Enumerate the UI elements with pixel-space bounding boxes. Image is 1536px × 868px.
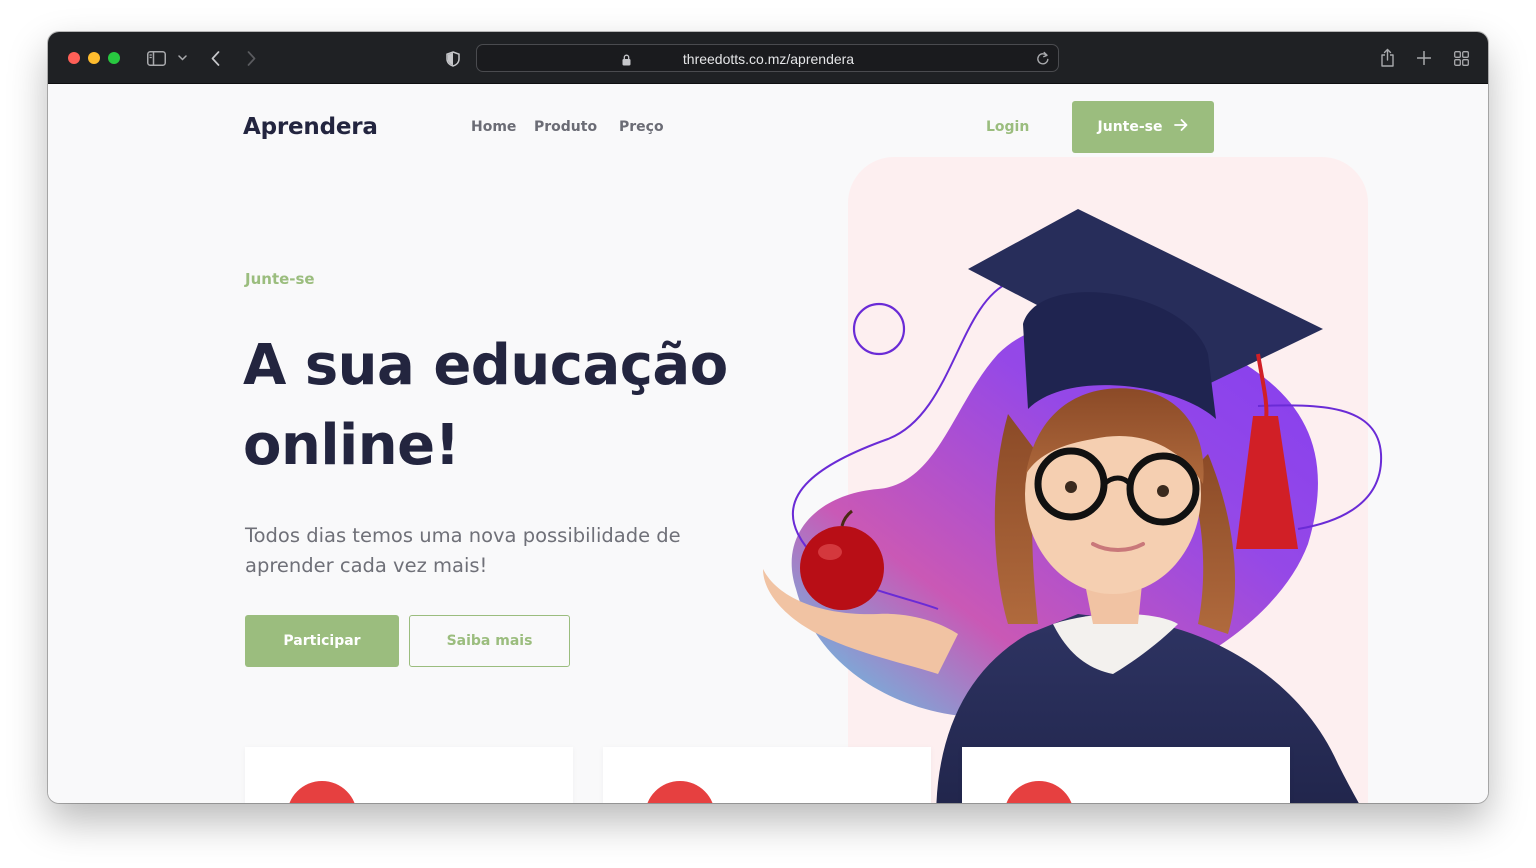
feature-card-icon xyxy=(287,781,357,803)
nav-home[interactable]: Home xyxy=(471,119,516,135)
feature-card-icon xyxy=(645,781,715,803)
lock-icon xyxy=(622,53,631,71)
back-icon[interactable] xyxy=(208,48,222,68)
login-link[interactable]: Login xyxy=(986,119,1029,135)
reload-icon[interactable] xyxy=(1036,51,1050,71)
address-bar[interactable]: threedotts.co.mz/aprendera xyxy=(476,44,1059,72)
sidebar-icon[interactable] xyxy=(146,49,166,67)
share-icon[interactable] xyxy=(1378,46,1396,68)
feature-card xyxy=(962,747,1290,803)
join-button[interactable]: Junte-se xyxy=(1072,101,1214,153)
web-page: Aprendera Home Produto Preço Login Junte… xyxy=(48,84,1488,803)
minimize-window-button[interactable] xyxy=(88,52,100,64)
join-button-label: Junte-se xyxy=(1097,119,1163,135)
forward-icon[interactable] xyxy=(244,48,258,68)
participar-button[interactable]: Participar xyxy=(245,615,399,667)
feature-card xyxy=(245,747,573,803)
nav-produto[interactable]: Produto xyxy=(534,119,597,135)
plus-icon[interactable] xyxy=(1415,49,1433,67)
browser-window: threedotts.co.mz/aprendera Aprendera Hom… xyxy=(48,32,1488,803)
chevron-down-icon[interactable] xyxy=(176,52,188,64)
feature-card xyxy=(603,747,931,803)
browser-toolbar: threedotts.co.mz/aprendera xyxy=(48,32,1488,84)
close-window-button[interactable] xyxy=(68,52,80,64)
nav-preco[interactable]: Preço xyxy=(619,119,664,135)
tabs-grid-icon[interactable] xyxy=(1452,49,1470,67)
arrow-right-icon xyxy=(1174,119,1188,135)
hero-subtitle: Todos dias temos uma nova possibilidade … xyxy=(245,524,681,577)
zoom-window-button[interactable] xyxy=(108,52,120,64)
url-text[interactable]: threedotts.co.mz/aprendera xyxy=(637,51,900,67)
hero-headline: A sua educação online! xyxy=(243,326,763,486)
saiba-mais-button[interactable]: Saiba mais xyxy=(409,615,570,667)
hero-headline-line2: online! xyxy=(243,413,460,478)
feature-card-icon xyxy=(1004,781,1074,803)
hero-headline-line1: A sua educação xyxy=(243,333,728,398)
hero-illustration xyxy=(763,157,1383,803)
hero-eyebrow: Junte-se xyxy=(245,270,315,288)
shield-icon[interactable] xyxy=(445,50,461,67)
apple xyxy=(800,526,884,610)
logo[interactable]: Aprendera xyxy=(243,114,378,140)
